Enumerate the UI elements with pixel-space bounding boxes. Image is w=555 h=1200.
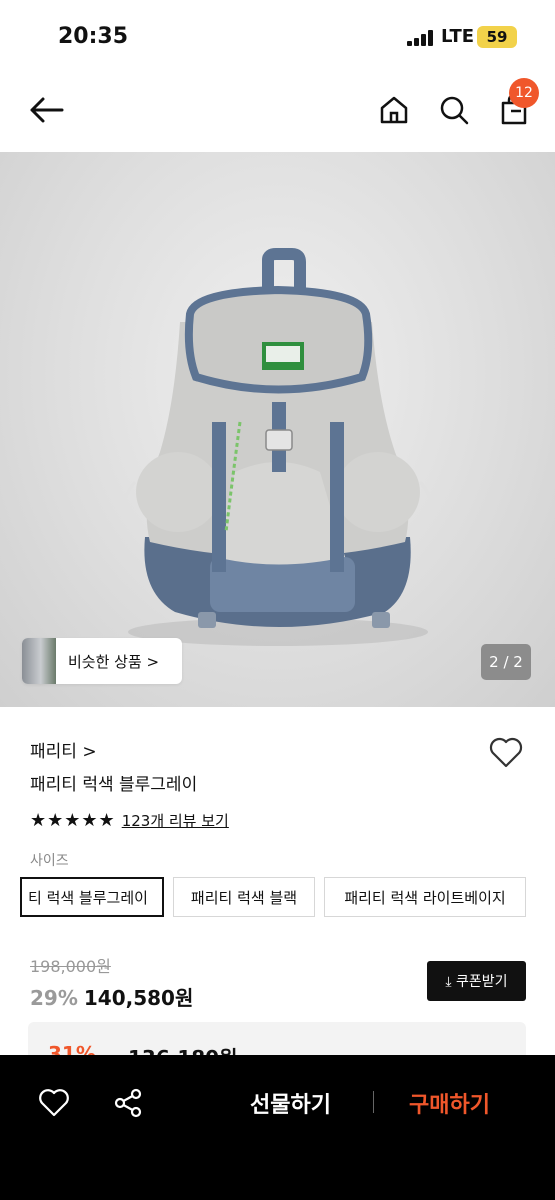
option-black[interactable]: 패리티 럭색 블랙 (173, 877, 315, 917)
gift-button[interactable]: 선물하기 (250, 1087, 331, 1119)
status-bar: 20:35 LTE 59 (0, 0, 555, 70)
product-title: 패리티 럭색 블루그레이 (30, 775, 198, 795)
back-arrow-icon (30, 97, 64, 123)
sale-price: 140,580원 (83, 986, 194, 1010)
review-link[interactable]: 123개 리뷰 보기 (122, 810, 229, 831)
discount-rate: 29% (30, 986, 78, 1010)
product-image-gallery[interactable]: 비슷한 상품 > 2 / 2 (0, 152, 555, 707)
signal-icon (407, 30, 433, 46)
coupon-button[interactable]: ⤓ 쿠폰받기 (427, 961, 526, 1001)
home-icon (380, 96, 408, 124)
rating-stars: ★★★★★ (30, 810, 116, 831)
cart-count-badge: 12 (509, 78, 539, 108)
rating-row: ★★★★★ 123개 리뷰 보기 (30, 810, 229, 831)
option-lightbeige[interactable]: 패리티 럭색 라이트베이지 (324, 877, 526, 917)
original-price: 198,000원 (30, 957, 111, 976)
network-type: LTE (441, 26, 475, 47)
similar-products-label: 비슷한 상품 > (68, 652, 160, 671)
product-page: 20:35 LTE 59 12 비슷한 상품 > 2 / 2 패리티 > 패리티… (0, 0, 555, 1200)
bottom-action-bar: 선물하기 구매하기 (0, 1055, 555, 1200)
heart-icon (489, 737, 523, 768)
brand-link[interactable]: 패리티 > (30, 737, 97, 762)
option-bluegray[interactable]: 티 럭색 블루그레이 (20, 877, 164, 917)
search-button[interactable] (432, 88, 476, 132)
share-button[interactable] (110, 1085, 146, 1121)
divider (373, 1091, 374, 1113)
size-options: 티 럭색 블루그레이 패리티 럭색 블랙 패리티 럭색 라이트베이지 (0, 877, 555, 917)
back-button[interactable] (24, 88, 68, 132)
wishlist-button[interactable] (488, 735, 524, 771)
size-label: 사이즈 (30, 853, 69, 869)
home-button[interactable] (372, 88, 416, 132)
search-icon (440, 96, 469, 125)
similar-products-button[interactable]: 비슷한 상품 > (22, 638, 182, 684)
heart-icon (39, 1089, 69, 1117)
status-time: 20:35 (58, 24, 129, 49)
similar-product-thumbnail (22, 638, 56, 684)
buy-button[interactable]: 구매하기 (409, 1087, 490, 1119)
image-counter: 2 / 2 (481, 644, 531, 680)
share-icon (114, 1088, 142, 1118)
top-nav (0, 70, 555, 152)
battery-level: 59 (477, 26, 517, 48)
bottom-wishlist-button[interactable] (36, 1085, 72, 1121)
price-row: 29% 140,580원 (30, 982, 193, 1011)
backpack-image (122, 248, 434, 646)
